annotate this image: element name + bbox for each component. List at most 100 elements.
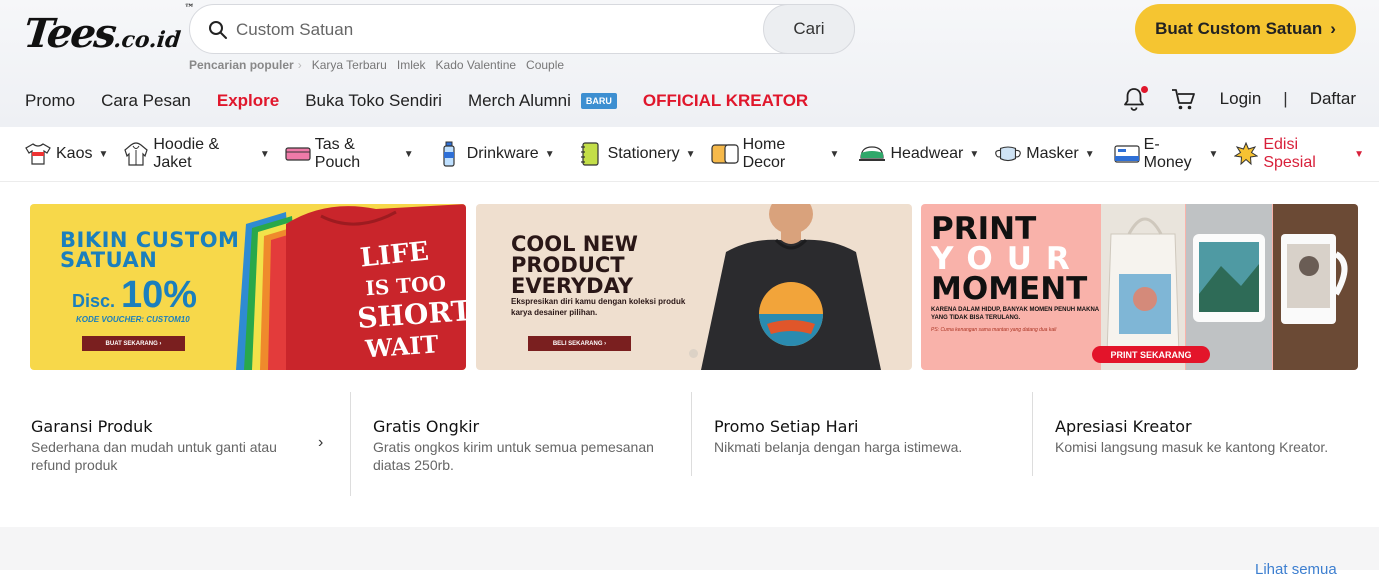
nav-explore[interactable]: Explore <box>217 91 279 111</box>
popular-item[interactable]: Kado Valentine <box>436 58 517 72</box>
search-icon <box>209 21 227 39</box>
feature-title: Gratis Ongkir <box>373 417 480 436</box>
search-input[interactable] <box>236 17 756 43</box>
hoodie-icon <box>123 142 149 166</box>
mask-icon <box>994 142 1022 166</box>
print-sekarang-button[interactable]: PRINT SEKARANG <box>1092 346 1210 363</box>
model-tshirt-illustration <box>701 204 881 370</box>
banner-cool-new-product[interactable]: COOL NEW PRODUCT EVERYDAY Ekspresikan di… <box>476 204 912 370</box>
chevron-right-icon[interactable]: › <box>318 434 323 452</box>
tshirt-stack-illustration: LIFE IS TOO SHORT WAIT <box>236 204 466 370</box>
banner-title-line: SATUAN <box>60 248 158 272</box>
voucher-code: KODE VOUCHER: CUSTOM10 <box>76 315 190 324</box>
nav-buka-toko[interactable]: Buka Toko Sendiri <box>305 91 442 111</box>
search-bar: Cari <box>189 4 855 54</box>
category-hoodie[interactable]: Hoodie & Jaket ▼ <box>123 136 270 172</box>
feature-desc: Sederhana dan mudah untuk ganti atau ref… <box>31 439 277 473</box>
caret-down-icon: ▼ <box>1084 148 1095 160</box>
category-e-money[interactable]: E-Money ▼ <box>1114 136 1218 172</box>
category-bar: Kaos ▼ Hoodie & Jaket ▼ Tas & Pouch ▼ Drink… <box>0 127 1379 182</box>
caret-down-icon: ▼ <box>259 148 270 160</box>
discount-label: Disc. <box>72 291 116 311</box>
chevron-right-icon: › <box>297 58 302 72</box>
notification-bell-icon[interactable] <box>1122 86 1148 112</box>
nav-official-kreator[interactable]: OFFICIAL KREATOR <box>643 91 808 111</box>
banner-title-line: PRINT <box>931 211 1037 247</box>
caret-down-icon: ▼ <box>829 148 840 160</box>
feature-apresiasi: Apresiasi Kreator Komisi langsung masuk … <box>1032 392 1352 476</box>
feature-title: Promo Setiap Hari <box>714 417 859 436</box>
beli-sekarang-button[interactable]: BELI SEKARANG › <box>528 336 631 351</box>
buat-custom-satuan-button[interactable]: Buat Custom Satuan › <box>1135 4 1356 54</box>
caret-down-icon: ▼ <box>403 148 414 160</box>
pouch-icon <box>285 142 311 166</box>
carousel-dot[interactable] <box>689 349 698 358</box>
feature-desc: Gratis ongkos kirim untuk semua pemesana… <box>373 439 654 473</box>
category-headwear[interactable]: Headwear ▼ <box>858 142 979 166</box>
new-badge: BARU <box>580 93 617 109</box>
account-nav: Login | Daftar <box>1122 86 1356 112</box>
banner-title-line: YOUR <box>931 241 1084 277</box>
logo-main: Tees <box>21 10 118 57</box>
logo-tm: ™ <box>183 2 195 14</box>
tees-logo[interactable]: Tees.co.id ™ <box>21 3 195 57</box>
svg-text:WAIT: WAIT <box>363 329 439 363</box>
category-home-decor[interactable]: Home Decor ▼ <box>710 136 840 172</box>
banner-title-line: PRODUCT <box>511 253 625 277</box>
buat-sekarang-button[interactable]: BUAT SEKARANG › <box>82 336 185 351</box>
login-link[interactable]: Login <box>1220 89 1262 109</box>
category-masker[interactable]: Masker ▼ <box>994 142 1095 166</box>
banner-title-line: BIKIN CUSTOM <box>60 228 240 252</box>
category-tas-pouch[interactable]: Tas & Pouch ▼ <box>285 136 414 172</box>
category-label: Stationery <box>607 145 680 162</box>
popular-item[interactable]: Couple <box>526 58 564 72</box>
banner-print-your-moment[interactable]: PRINT YOUR MOMENT KARENA DALAM HIDUP, BA… <box>921 204 1358 370</box>
category-label: E-Money <box>1143 136 1192 171</box>
feature-title: Apresiasi Kreator <box>1055 417 1192 436</box>
caret-down-icon: ▼ <box>969 148 980 160</box>
notebook-icon <box>576 142 604 166</box>
banner-subtitle: Ekspresikan diri kamu dengan koleksi pro… <box>511 297 686 317</box>
pillow-icon <box>710 142 739 166</box>
popular-label: Pencarian populer <box>189 58 294 72</box>
banner-footnote: PS: Cuma kenangan sama mantan yang datan… <box>931 327 1057 333</box>
banner-subtitle: KARENA DALAM HIDUP, BANYAK MOMEN PENUH M… <box>931 307 1099 321</box>
category-label: Home Decor <box>742 136 786 171</box>
category-label: Edisi Spesial <box>1263 136 1316 171</box>
caret-down-icon: ▼ <box>1354 148 1364 160</box>
cart-icon[interactable] <box>1170 86 1196 112</box>
banner-title: BIKIN CUSTOM SATUAN <box>60 228 240 272</box>
main-nav: Promo Cara Pesan Explore Buka Toko Sendi… <box>25 91 834 111</box>
card-icon <box>1114 142 1140 166</box>
feature-desc: Komisi langsung masuk ke kantong Kreator… <box>1055 439 1329 455</box>
category-label: Masker <box>1026 145 1079 162</box>
search-button[interactable]: Cari <box>763 4 855 54</box>
nav-merch-alumni[interactable]: Merch Alumni BARU <box>468 91 617 111</box>
cta-label: Buat Custom Satuan <box>1155 19 1323 38</box>
caret-down-icon: ▼ <box>685 148 696 160</box>
nav-promo[interactable]: Promo <box>25 91 75 111</box>
top-header: Tees.co.id ™ Cari Pencarian populer › Kar… <box>0 0 1379 127</box>
category-stationery[interactable]: Stationery ▼ <box>576 142 696 166</box>
discount-text: Disc. 10% <box>72 274 197 317</box>
caret-down-icon: ▼ <box>544 148 555 160</box>
nav-separator: | <box>1283 89 1288 108</box>
register-link[interactable]: Daftar <box>1310 89 1356 109</box>
banner-title-line: MOMENT <box>931 271 1088 307</box>
category-kaos[interactable]: Kaos ▼ <box>24 142 108 166</box>
banner-title-line: COOL NEW <box>511 232 638 256</box>
popular-item[interactable]: Karya Terbaru <box>312 58 387 72</box>
category-drinkware[interactable]: Drinkware ▼ <box>435 141 555 167</box>
nav-merch-label: Merch Alumni <box>467 91 571 110</box>
feature-promo: Promo Setiap Hari Nikmati belanja dengan… <box>691 392 1011 476</box>
popular-item[interactable]: Imlek <box>397 58 426 72</box>
category-label: Hoodie & Jaket <box>153 136 220 171</box>
category-edisi-spesial[interactable]: Edisi Spesial ▼ <box>1233 136 1364 172</box>
notification-dot <box>1140 86 1148 93</box>
category-label: Headwear <box>890 145 964 162</box>
tshirt-icon <box>24 142 52 166</box>
nav-cara-pesan[interactable]: Cara Pesan <box>101 91 191 111</box>
banner-title-line: EVERYDAY <box>511 274 634 298</box>
banner-custom-satuan[interactable]: BIKIN CUSTOM SATUAN Disc. 10% KODE VOUCH… <box>30 204 466 370</box>
features-strip: Garansi Produk Sederhana dan mudah untuk… <box>0 392 1379 496</box>
